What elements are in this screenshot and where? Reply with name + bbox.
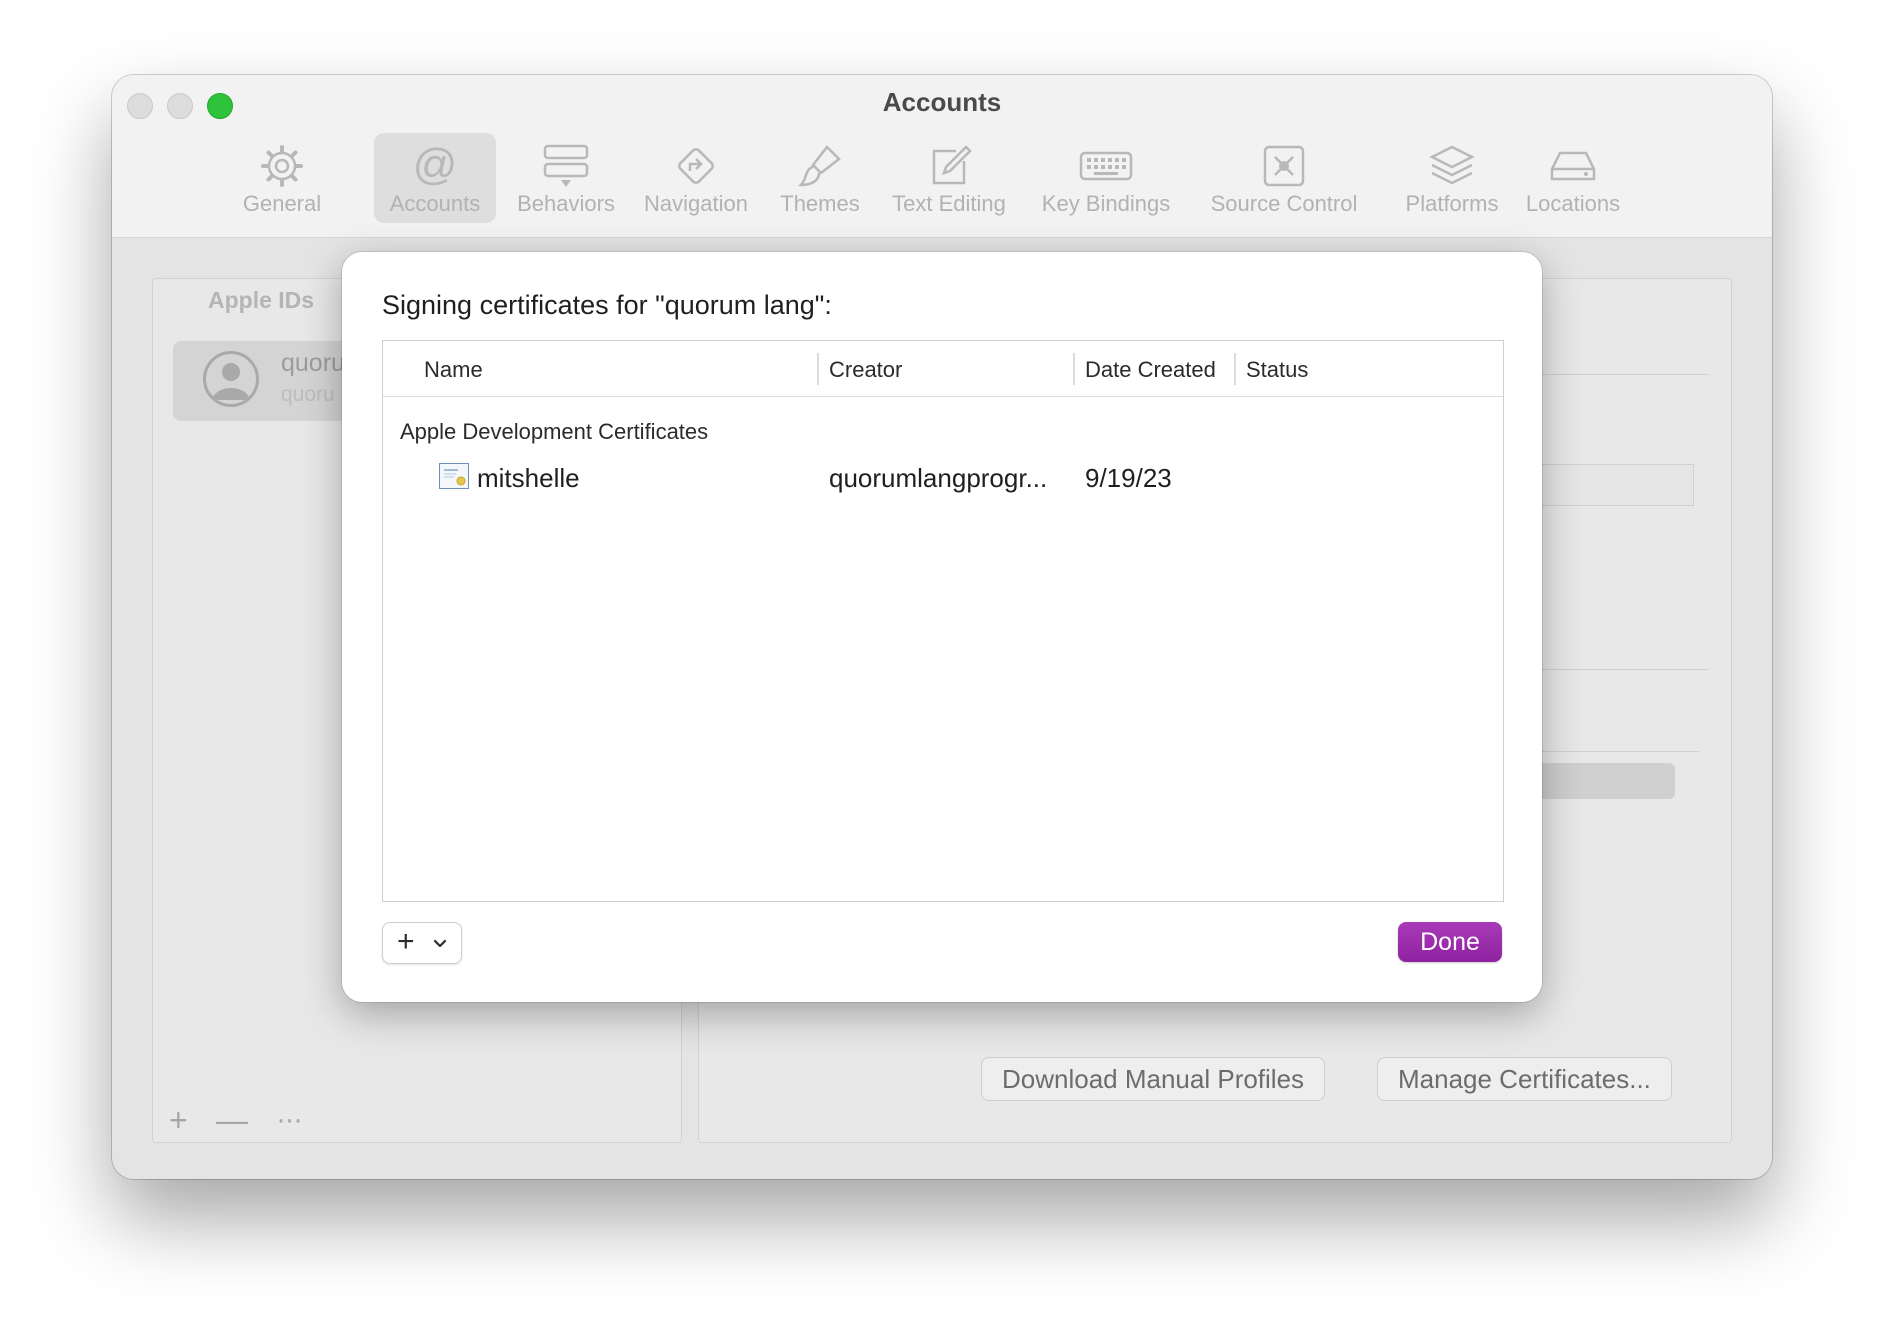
- tab-behaviors[interactable]: Behaviors: [506, 133, 626, 223]
- certificate-icon: [439, 463, 469, 489]
- column-header-name[interactable]: Name: [424, 357, 483, 383]
- divider: [1539, 669, 1709, 670]
- navigation-icon: [678, 148, 714, 184]
- column-separator[interactable]: [817, 353, 819, 385]
- title-bar: Accounts General @ Accounts Behaviors Na…: [112, 75, 1772, 238]
- tab-themes[interactable]: Themes: [772, 133, 868, 223]
- certificate-date: 9/19/23: [1085, 463, 1172, 493]
- column-header-status[interactable]: Status: [1246, 357, 1308, 383]
- remove-account-button[interactable]: —: [216, 1102, 248, 1139]
- divider: [1539, 751, 1699, 752]
- table-header: Name Creator Date Created Status: [383, 341, 1503, 397]
- pencil-square-icon: [932, 145, 972, 185]
- paintbrush-icon: [797, 145, 841, 187]
- table-row[interactable]: mitshelle quorumlangprogr... 9/19/23: [383, 453, 1503, 501]
- tab-source-control[interactable]: Source Control: [1202, 133, 1366, 223]
- group-label: Apple Development Certificates: [400, 419, 709, 444]
- tab-general[interactable]: General: [230, 133, 334, 223]
- source-control-icon: [1263, 145, 1305, 187]
- add-account-button[interactable]: +: [169, 1102, 188, 1139]
- account-email: quoru: [281, 383, 335, 406]
- svg-text:@: @: [413, 143, 458, 189]
- plus-icon: +: [397, 925, 415, 958]
- tab-platforms[interactable]: Platforms: [1378, 133, 1526, 223]
- apple-ids-controls: + — ⋯: [169, 1102, 327, 1138]
- certificates-table: Name Creator Date Created Status Apple D…: [382, 340, 1504, 902]
- avatar: [203, 351, 259, 407]
- column-separator[interactable]: [1234, 353, 1236, 385]
- window-title: Accounts: [882, 87, 1002, 117]
- preferences-toolbar: General @ Accounts Behaviors Navigation …: [112, 133, 1772, 229]
- signing-certificates-sheet: Signing certificates for "quorum lang": …: [342, 252, 1542, 1002]
- person-icon: [212, 363, 250, 400]
- detail-bar: [1539, 763, 1675, 799]
- sheet-title: Signing certificates for "quorum lang":: [382, 290, 832, 320]
- at-sign-icon: @: [413, 143, 458, 189]
- layers-icon: [1429, 145, 1475, 185]
- detail-field: [1539, 464, 1694, 506]
- more-options-button[interactable]: ⋯: [277, 1105, 303, 1136]
- column-separator[interactable]: [1073, 353, 1075, 385]
- chevron-down-icon: [433, 939, 447, 948]
- account-name: quoru: [281, 349, 345, 377]
- keyboard-icon: [1079, 151, 1133, 181]
- tab-accounts[interactable]: @ Accounts: [374, 133, 496, 223]
- certificate-name: mitshelle: [477, 463, 580, 493]
- tab-text-editing[interactable]: Text Editing: [884, 133, 1014, 223]
- column-header-creator[interactable]: Creator: [829, 357, 902, 383]
- drive-icon: [1550, 151, 1596, 181]
- tab-locations[interactable]: Locations: [1508, 133, 1638, 223]
- tab-key-bindings[interactable]: Key Bindings: [1034, 133, 1178, 223]
- tab-navigation[interactable]: Navigation: [636, 133, 756, 223]
- certificate-creator: quorumlangprogr...: [829, 463, 1048, 493]
- column-header-date-created[interactable]: Date Created: [1085, 357, 1216, 383]
- apple-ids-header: Apple IDs: [208, 287, 315, 313]
- done-button[interactable]: Done: [1398, 922, 1502, 962]
- gear-icon: [261, 145, 303, 187]
- divider: [1539, 374, 1709, 375]
- download-manual-profiles-button[interactable]: Download Manual Profiles: [981, 1057, 1326, 1101]
- behaviors-icon: [543, 144, 589, 187]
- add-certificate-menu-button[interactable]: +: [382, 922, 462, 964]
- manage-certificates-button[interactable]: Manage Certificates...: [1377, 1057, 1672, 1101]
